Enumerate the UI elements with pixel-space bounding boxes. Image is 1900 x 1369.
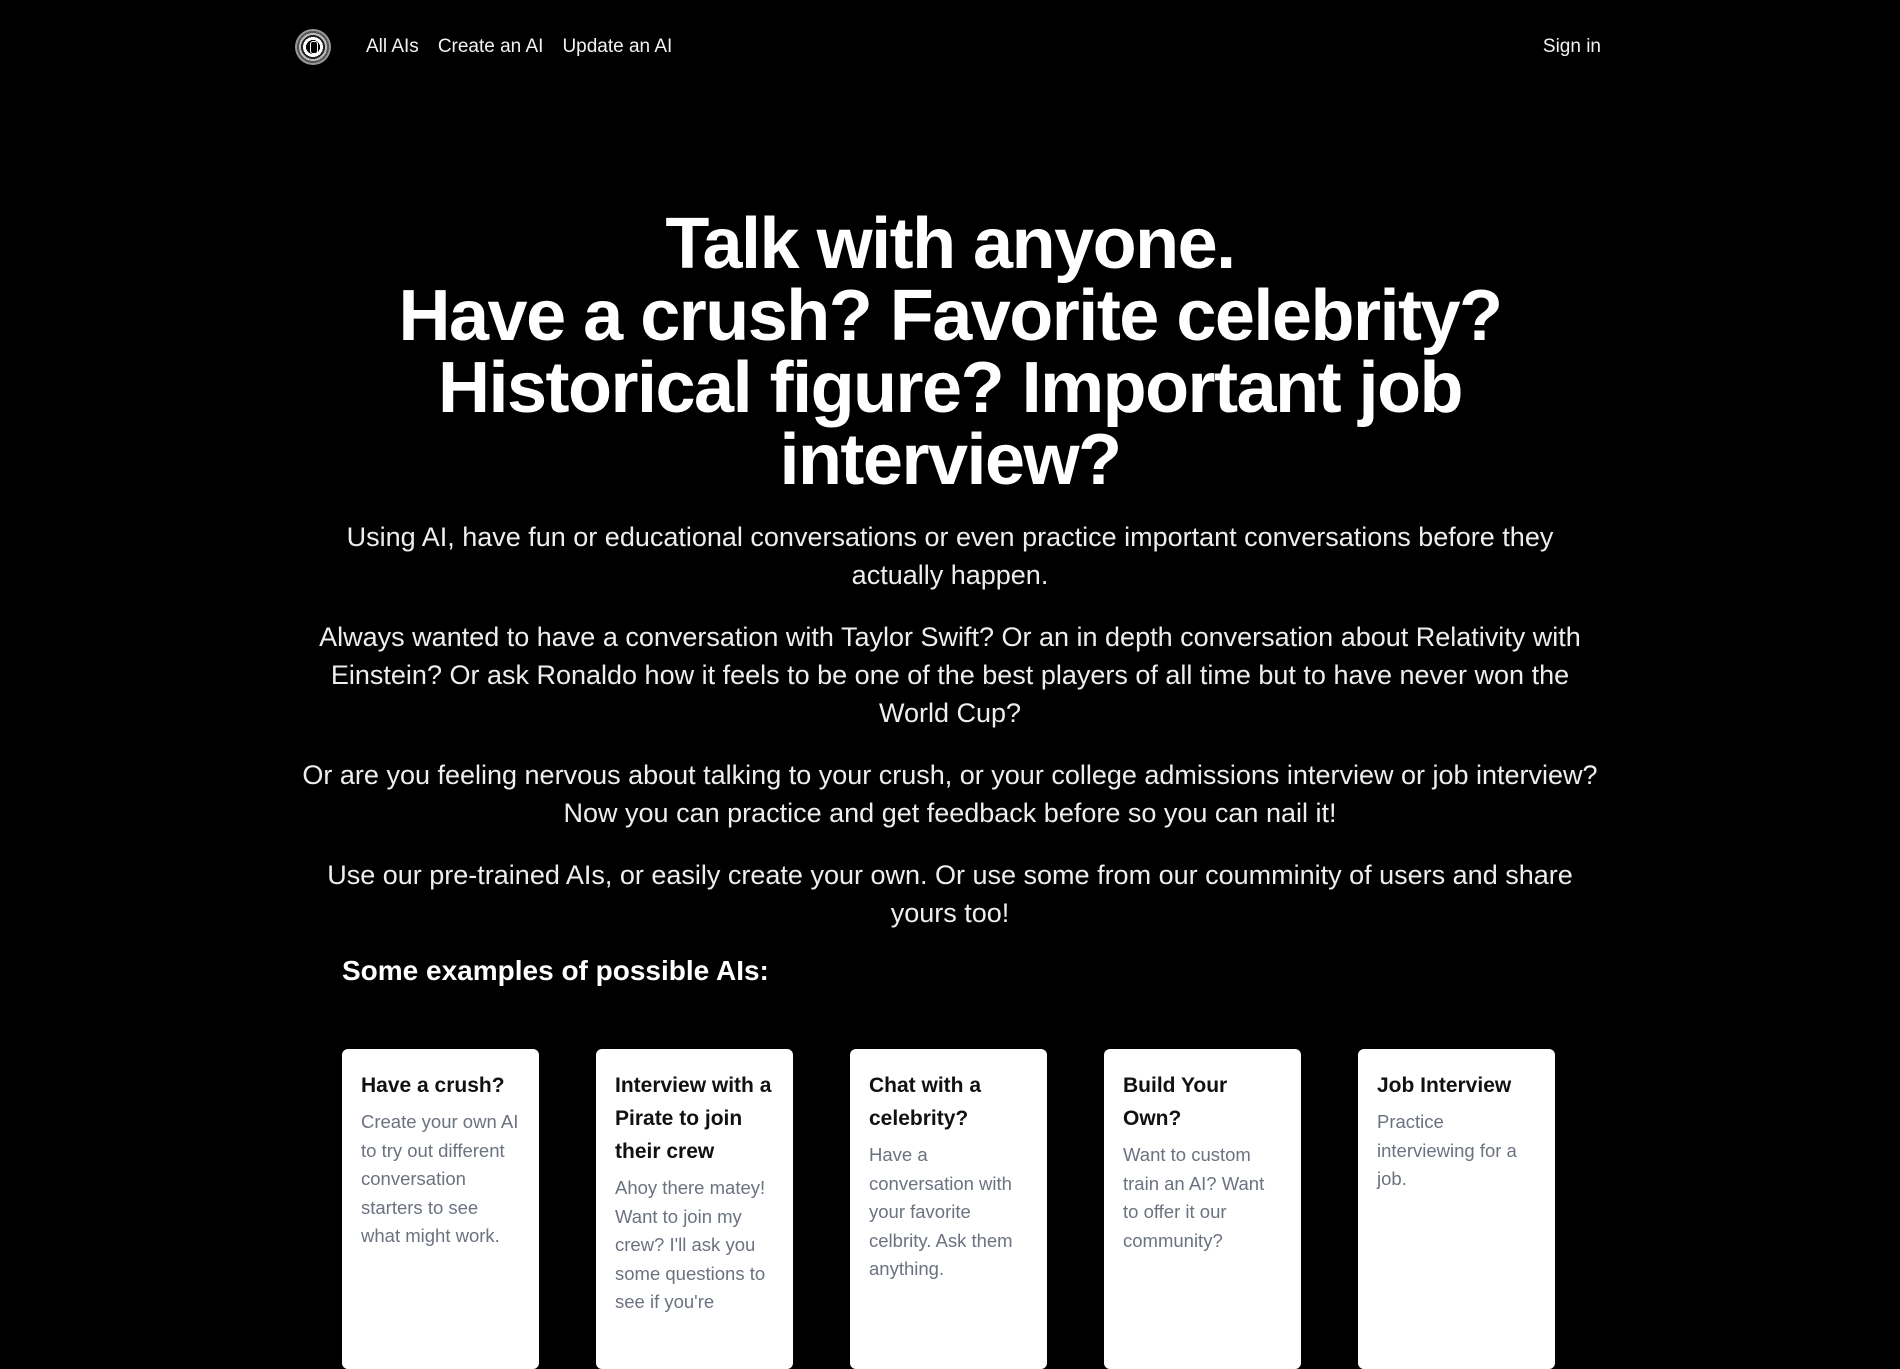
- practice-paragraph: Or are you feeling nervous about talking…: [302, 760, 1598, 828]
- card-title: Have a crush?: [361, 1074, 505, 1097]
- hero-line: Talk with anyone.: [665, 204, 1236, 284]
- card-description: Create your own AI to try out different …: [361, 1111, 519, 1246]
- hero: Talk with anyone. Have a crush? Favorite…: [300, 208, 1600, 496]
- nav-link-all-ais[interactable]: All AIs: [366, 36, 419, 58]
- examples-paragraph: Always wanted to have a conversation wit…: [319, 622, 1581, 728]
- hero-line: interview?: [779, 420, 1122, 500]
- intro-paragraph: Using AI, have fun or educational conver…: [346, 522, 1554, 590]
- nav-link-create-ai[interactable]: Create an AI: [438, 36, 544, 58]
- card-description: Practice interviewing for a job.: [1377, 1111, 1517, 1189]
- example-card-build-own[interactable]: Build Your Own? Want to custom train an …: [1104, 1049, 1301, 1369]
- card-description: Ahoy there matey! Want to join my crew? …: [615, 1177, 766, 1312]
- card-title: Job Interview: [1377, 1074, 1512, 1097]
- nav-links: All AIs Create an AI Update an AI: [366, 36, 672, 58]
- sign-in-link[interactable]: Sign in: [1543, 36, 1601, 58]
- logo-icon[interactable]: [295, 29, 331, 65]
- hero-line: Historical figure? Important job: [437, 348, 1464, 428]
- card-description: Want to custom train an AI? Want to offe…: [1123, 1144, 1265, 1251]
- top-nav: All AIs Create an AI Update an AI Sign i…: [0, 0, 1900, 96]
- nav-link-update-ai[interactable]: Update an AI: [562, 36, 672, 58]
- hero-line: Have a crush? Favorite celebrity?: [398, 276, 1503, 356]
- example-card-celebrity[interactable]: Chat with a celebrity? Have a conversati…: [850, 1049, 1047, 1369]
- example-cards: Have a crush? Create your own AI to try …: [342, 1049, 1555, 1369]
- card-title: Chat with a celebrity?: [869, 1074, 982, 1130]
- card-title: Interview with a Pirate to join their cr…: [615, 1074, 772, 1163]
- hero-heading: Talk with anyone. Have a crush? Favorite…: [300, 208, 1600, 496]
- community-paragraph: Use our pre-trained AIs, or easily creat…: [327, 860, 1573, 928]
- example-card-pirate[interactable]: Interview with a Pirate to join their cr…: [596, 1049, 793, 1369]
- example-card-job-interview[interactable]: Job Interview Practice interviewing for …: [1358, 1049, 1555, 1369]
- examples-title: Some examples of possible AIs:: [342, 955, 769, 986]
- card-title: Build Your Own?: [1123, 1074, 1228, 1130]
- example-card-crush[interactable]: Have a crush? Create your own AI to try …: [342, 1049, 539, 1369]
- card-description: Have a conversation with your favorite c…: [869, 1144, 1013, 1279]
- logo-inner-mark: [310, 41, 318, 54]
